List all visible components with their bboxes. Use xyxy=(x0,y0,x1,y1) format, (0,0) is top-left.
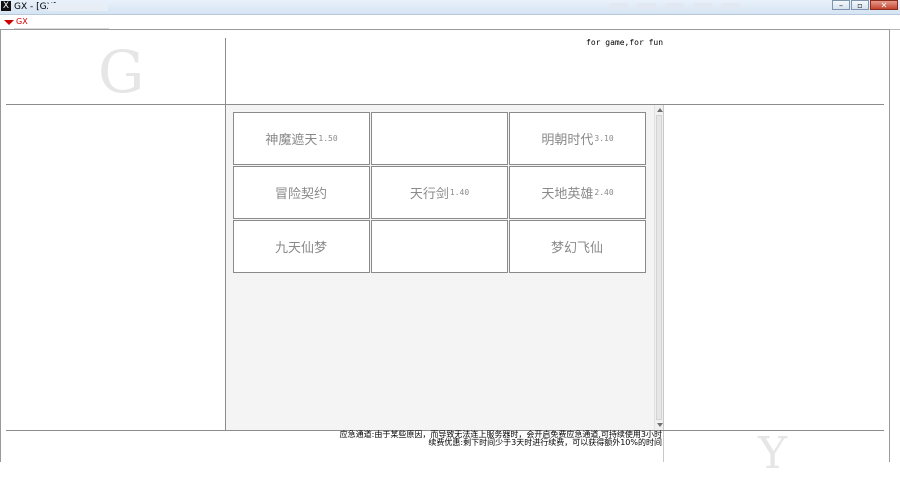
vertical-scrollbar[interactable] xyxy=(654,105,663,430)
close-icon[interactable]: ✕ xyxy=(870,0,898,10)
dropdown-label[interactable]: GX xyxy=(16,17,28,27)
blurred-menu xyxy=(610,3,740,9)
scroll-thumb[interactable] xyxy=(656,115,662,420)
title-ghost xyxy=(48,3,108,11)
minimize-icon[interactable]: – xyxy=(832,0,850,10)
tagline: for game,for fun xyxy=(586,38,664,47)
game-name: 梦幻飞仙 xyxy=(550,241,603,256)
game-version: 1.40 xyxy=(449,188,470,197)
scroll-up-icon[interactable] xyxy=(657,108,663,112)
game-name: 九天仙梦 xyxy=(274,241,327,256)
logo-left: G xyxy=(98,38,145,106)
game-tile[interactable] xyxy=(371,112,508,165)
game-tile[interactable] xyxy=(371,220,508,273)
game-name: 冒险契约 xyxy=(274,187,327,202)
notice-line-renewal: 续费优惠:剩下时间少于3天时进行续费，可以获得额外10%的时间 xyxy=(428,438,662,447)
game-name: 天地英雄 xyxy=(541,187,594,202)
game-tile[interactable]: 九天仙梦 xyxy=(233,220,370,273)
logo-right: Y xyxy=(758,428,788,479)
game-tile[interactable]: 天行剑 1.40 xyxy=(371,166,508,219)
app-icon: X xyxy=(1,1,11,11)
game-name: 神魔遮天 xyxy=(265,133,318,148)
game-name: 天行剑 xyxy=(409,187,449,202)
game-tile[interactable]: 明朝时代 3.10 xyxy=(509,112,646,165)
maximize-icon[interactable]: ▫ xyxy=(851,0,869,10)
game-tile[interactable]: 神魔遮天 1.50 xyxy=(233,112,370,165)
divider xyxy=(663,105,664,462)
title-bar: X GX - [GX] – ▫ ✕ xyxy=(0,0,900,15)
game-version: 1.50 xyxy=(318,134,338,143)
game-name: 明朝时代 xyxy=(541,133,594,148)
footer-notice: 应急通道:由于某些原因，而导致无法连上服务器时，会开启免费应急通道,可持续使用3… xyxy=(300,431,662,447)
game-grid: 神魔遮天 1.50 明朝时代 3.10 冒险契约 天行剑 1.40 天地英雄 2.40 … xyxy=(233,112,646,273)
game-version: 3.10 xyxy=(594,134,614,143)
game-tile[interactable]: 天地英雄 2.40 xyxy=(509,166,646,219)
scroll-down-icon[interactable] xyxy=(657,423,663,427)
toolbar: GX xyxy=(0,15,900,30)
divider xyxy=(225,38,226,104)
game-version: 2.40 xyxy=(594,188,614,197)
window-controls: – ▫ ✕ xyxy=(831,0,898,11)
game-tile[interactable]: 冒险契约 xyxy=(233,166,370,219)
game-tile[interactable]: 梦幻飞仙 xyxy=(509,220,646,273)
dropdown-arrow-icon[interactable] xyxy=(4,20,14,25)
